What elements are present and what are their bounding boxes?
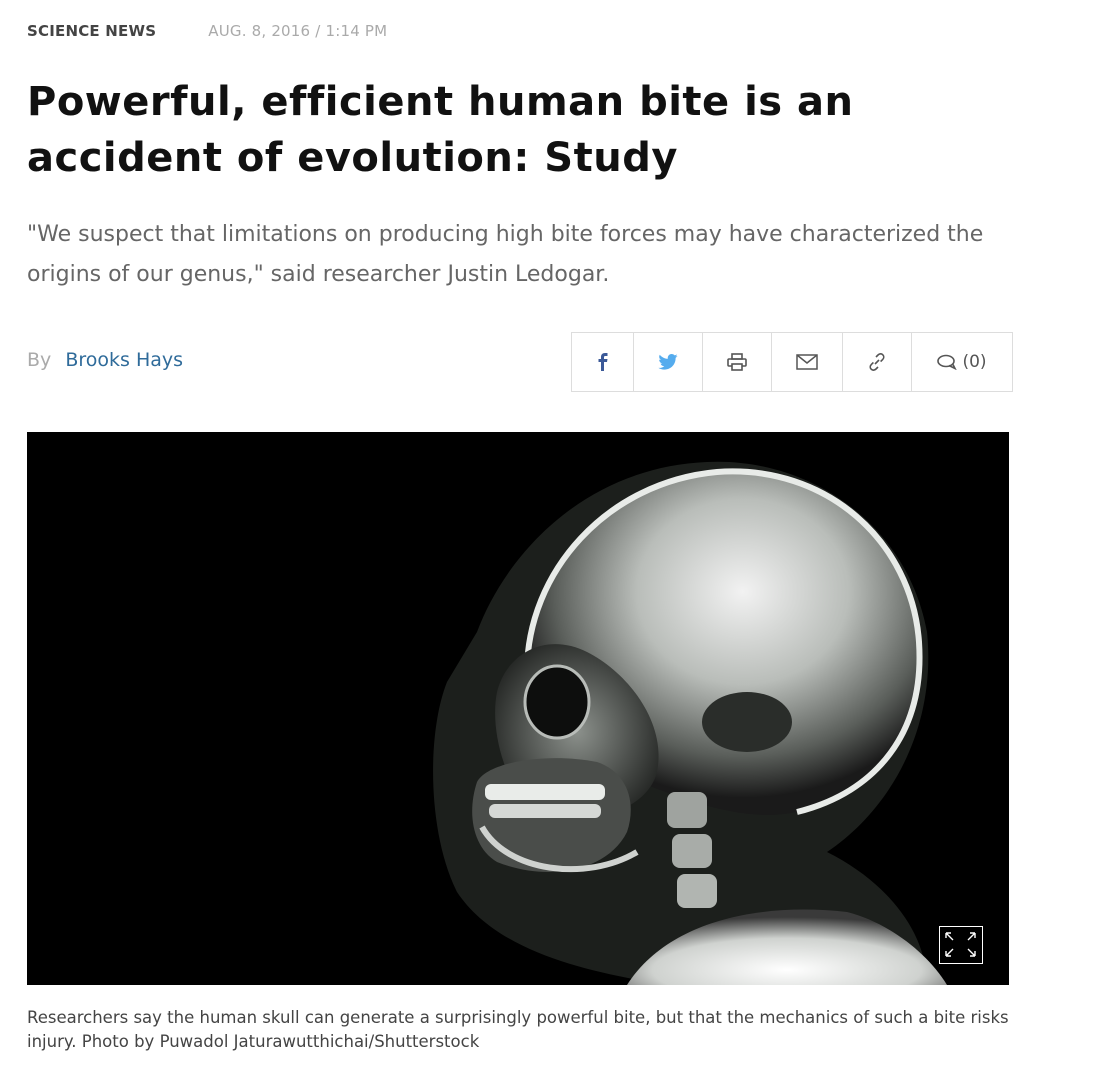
email-share-button[interactable]: [771, 333, 842, 391]
skull-xray-image: [433, 461, 947, 985]
article-photo[interactable]: [27, 432, 1009, 985]
comment-icon: [937, 354, 958, 370]
copy-link-button[interactable]: [842, 333, 911, 391]
article-meta: SCIENCE NEWS AUG. 8, 2016 / 1:14 PM: [27, 22, 387, 40]
author-link[interactable]: Brooks Hays: [65, 349, 183, 371]
comments-button[interactable]: (0): [911, 333, 1012, 391]
print-button[interactable]: [702, 333, 771, 391]
facebook-share-button[interactable]: [572, 333, 633, 391]
facebook-icon: [598, 353, 607, 371]
email-icon: [796, 354, 818, 370]
byline-prefix: By: [27, 349, 52, 371]
section-label[interactable]: SCIENCE NEWS: [27, 22, 156, 40]
publish-date: AUG. 8, 2016 / 1:14 PM: [208, 22, 388, 40]
byline: By Brooks Hays: [27, 349, 183, 371]
twitter-share-button[interactable]: [633, 333, 702, 391]
twitter-icon: [658, 354, 678, 370]
expand-icon: [945, 932, 976, 957]
print-icon: [727, 353, 747, 371]
share-bar: (0): [571, 332, 1013, 392]
article-headline: Powerful, efficient human bite is an acc…: [27, 79, 854, 181]
expand-image-button[interactable]: [939, 926, 983, 964]
photo-caption: Researchers say the human skull can gene…: [27, 1008, 1009, 1051]
comment-count: (0): [962, 352, 987, 372]
link-icon: [869, 353, 885, 371]
article-dek: "We suspect that limitations on producin…: [27, 222, 984, 287]
